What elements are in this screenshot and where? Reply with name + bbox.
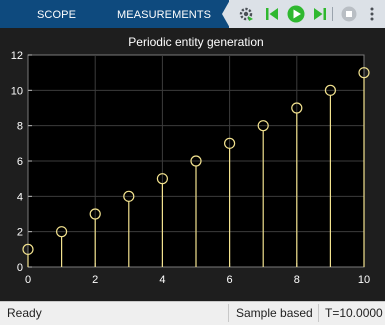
status-mode: Sample based: [236, 306, 313, 320]
y-tick-label: 12: [11, 50, 23, 62]
y-tick-label: 10: [11, 85, 23, 97]
tab-measurements[interactable]: MEASUREMENTS: [117, 0, 211, 28]
status-divider: [228, 304, 229, 322]
x-tick-label: 0: [25, 274, 31, 286]
scope-figure: Periodic entity generation 0 2 4 6 8 10 12 0 2 4…: [0, 28, 385, 301]
more-options-icon[interactable]: [362, 4, 382, 24]
quick-access-toolbar: [229, 0, 385, 28]
x-tick-label: 6: [227, 274, 233, 286]
chart-title: Periodic entity generation: [128, 35, 263, 49]
status-state: Ready: [7, 306, 42, 320]
y-tick-label: 4: [17, 191, 23, 203]
y-tick-label: 2: [17, 227, 23, 239]
x-tick-label: 10: [358, 274, 370, 286]
status-divider: [318, 304, 319, 322]
stop-icon[interactable]: [339, 4, 359, 24]
y-tick-label: 8: [17, 121, 23, 133]
toolbar-divider: [332, 7, 333, 21]
status-bar: Ready Sample based T=10.0000: [0, 301, 385, 325]
stem-plot: Periodic entity generation 0 2 4 6 8 10 12 0 2 4…: [11, 35, 370, 286]
step-forward-icon[interactable]: [310, 4, 330, 24]
tab-scope[interactable]: SCOPE: [37, 0, 76, 28]
settings-icon[interactable]: [236, 4, 256, 24]
y-tick-label: 6: [17, 156, 23, 168]
step-back-icon[interactable]: [262, 4, 282, 24]
status-time: T=10.0000: [325, 306, 383, 320]
x-tick-label: 8: [294, 274, 300, 286]
run-icon[interactable]: [286, 4, 306, 24]
x-tick-label: 2: [92, 274, 98, 286]
y-tick-label: 0: [17, 262, 23, 274]
x-tick-label: 4: [159, 274, 165, 286]
